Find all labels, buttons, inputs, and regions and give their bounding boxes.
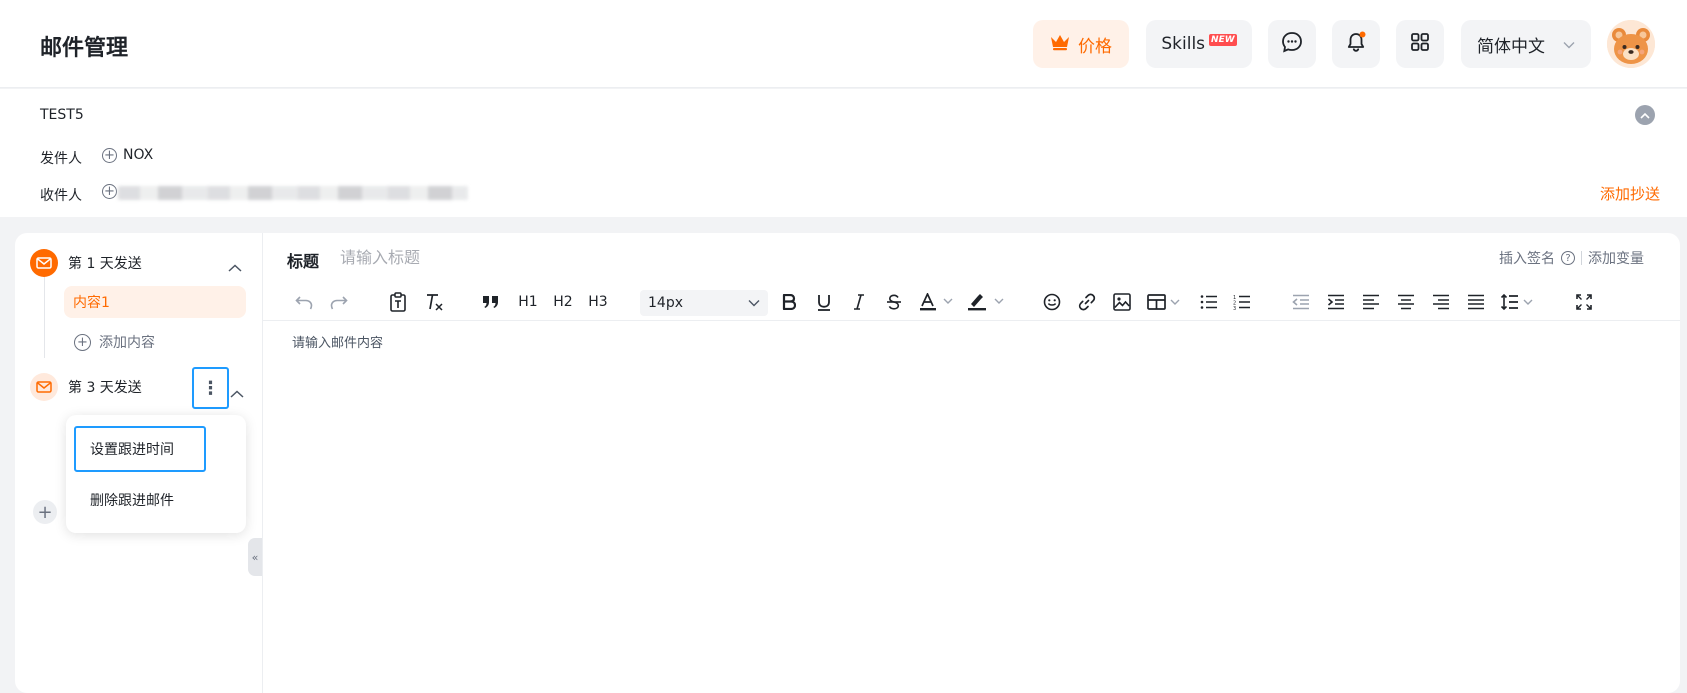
skills-label: Skills xyxy=(1161,34,1206,54)
bell-icon xyxy=(1345,31,1367,57)
paste-text-icon[interactable] xyxy=(387,289,409,315)
more-vertical-icon: ⋮ xyxy=(201,377,220,399)
step-2-more-button[interactable]: ⋮ xyxy=(192,367,229,409)
fullscreen-icon[interactable] xyxy=(1573,289,1595,315)
highlight-color-icon[interactable] xyxy=(966,289,1008,315)
italic-icon[interactable] xyxy=(848,289,870,315)
chat-button[interactable] xyxy=(1268,20,1316,68)
email-subject: TEST5 xyxy=(40,107,84,123)
clear-format-icon[interactable] xyxy=(423,289,445,315)
content-item-1[interactable]: 内容1 xyxy=(64,286,246,318)
indent-icon[interactable] xyxy=(1325,289,1347,315)
font-size-value: 14px xyxy=(648,295,683,311)
redo-icon[interactable] xyxy=(328,289,350,315)
pricing-label: 价格 xyxy=(1078,36,1112,57)
double-chevron-left-icon: « xyxy=(251,550,259,564)
image-icon[interactable] xyxy=(1111,289,1133,315)
sender-value: NOX xyxy=(123,147,154,163)
menu-item-set-time[interactable]: 设置跟进时间 xyxy=(74,426,206,472)
align-left-icon[interactable] xyxy=(1360,289,1382,315)
add-step-button[interactable]: + xyxy=(33,500,57,524)
help-icon[interactable]: ? xyxy=(1561,251,1575,265)
editor-toolbar: H1 H2 H3 123 xyxy=(263,285,1680,321)
collapse-step-1[interactable] xyxy=(228,257,242,276)
step-1-label: 第 1 天发送 xyxy=(68,256,142,272)
recipient-list-blurred xyxy=(118,186,468,200)
apps-icon xyxy=(1410,32,1430,56)
recipient-label: 收件人 xyxy=(40,188,82,204)
align-center-icon[interactable] xyxy=(1395,289,1417,315)
sender-label: 发件人 xyxy=(40,151,82,167)
insert-signature-button[interactable]: 插入签名 xyxy=(1499,248,1555,268)
user-avatar[interactable] xyxy=(1607,20,1655,68)
subject-label: 标题 xyxy=(287,252,320,271)
new-badge: NEW xyxy=(1209,34,1237,46)
sender-field[interactable]: + NOX xyxy=(102,147,153,163)
sequence-step-2[interactable]: 第 3 天发送 xyxy=(30,373,142,401)
emoji-icon[interactable] xyxy=(1041,289,1063,315)
mail-icon xyxy=(30,249,58,277)
align-justify-icon[interactable] xyxy=(1465,289,1487,315)
chevron-down-icon xyxy=(748,295,760,311)
bullet-list-icon[interactable] xyxy=(1198,289,1220,315)
mail-icon xyxy=(30,373,58,401)
collapse-step-2[interactable] xyxy=(230,383,244,402)
language-label: 简体中文 xyxy=(1477,36,1545,57)
chevron-up-icon xyxy=(228,264,242,272)
outdent-icon[interactable] xyxy=(1290,289,1312,315)
add-circle-icon: + xyxy=(102,147,117,163)
chevron-up-icon xyxy=(1640,112,1650,119)
align-right-icon[interactable] xyxy=(1430,289,1452,315)
skills-button[interactable]: Skills NEW xyxy=(1146,20,1252,68)
undo-icon[interactable] xyxy=(293,289,315,315)
font-size-select[interactable]: 14px xyxy=(640,290,768,316)
add-content-button[interactable]: + 添加内容 xyxy=(74,332,155,352)
plus-icon: + xyxy=(37,501,53,523)
step-2-label: 第 3 天发送 xyxy=(68,380,142,396)
language-select[interactable]: 简体中文 xyxy=(1461,20,1591,68)
signature-area: 插入签名 ? 添加变量 xyxy=(1499,248,1644,268)
bold-icon[interactable] xyxy=(778,289,800,315)
line-height-icon[interactable] xyxy=(1499,289,1537,315)
numbered-list-icon[interactable]: 123 xyxy=(1231,289,1253,315)
notifications-button[interactable] xyxy=(1332,20,1380,68)
add-recipient-button[interactable]: + xyxy=(102,184,117,199)
apps-button[interactable] xyxy=(1396,20,1444,68)
collapse-panel-button[interactable] xyxy=(1635,105,1655,125)
collapse-sidebar-button[interactable]: « xyxy=(248,538,262,576)
subject-input[interactable] xyxy=(340,248,840,267)
add-content-label: 添加内容 xyxy=(99,335,155,351)
heading-3-button[interactable]: H3 xyxy=(586,289,610,315)
text-color-icon[interactable] xyxy=(918,289,956,315)
pricing-button[interactable]: 价格 xyxy=(1033,20,1129,68)
chevron-up-icon xyxy=(230,390,244,398)
add-cc-link[interactable]: 添加抄送 xyxy=(1600,183,1660,204)
sequence-step-1[interactable]: 第 1 天发送 xyxy=(30,249,142,277)
link-icon[interactable] xyxy=(1076,289,1098,315)
menu-item-delete[interactable]: 删除跟进邮件 xyxy=(90,490,174,510)
strikethrough-icon[interactable] xyxy=(883,289,905,315)
table-icon[interactable] xyxy=(1146,289,1184,315)
blockquote-icon[interactable] xyxy=(480,289,502,315)
add-circle-icon: + xyxy=(74,333,91,351)
add-circle-icon: + xyxy=(102,184,117,199)
chat-icon xyxy=(1281,31,1303,57)
page-title: 邮件管理 xyxy=(40,36,129,61)
underline-icon[interactable] xyxy=(813,289,835,315)
divider xyxy=(1581,251,1582,265)
timeline-line xyxy=(44,272,45,358)
heading-2-button[interactable]: H2 xyxy=(551,289,575,315)
heading-1-button[interactable]: H1 xyxy=(516,289,540,315)
svg-text:3: 3 xyxy=(1233,306,1236,310)
add-variable-button[interactable]: 添加变量 xyxy=(1588,248,1644,268)
email-body-editor[interactable]: 请输入邮件内容 xyxy=(292,332,383,351)
crown-icon xyxy=(1050,33,1070,56)
chevron-down-icon xyxy=(1563,34,1575,54)
bear-avatar-icon xyxy=(1607,20,1655,68)
